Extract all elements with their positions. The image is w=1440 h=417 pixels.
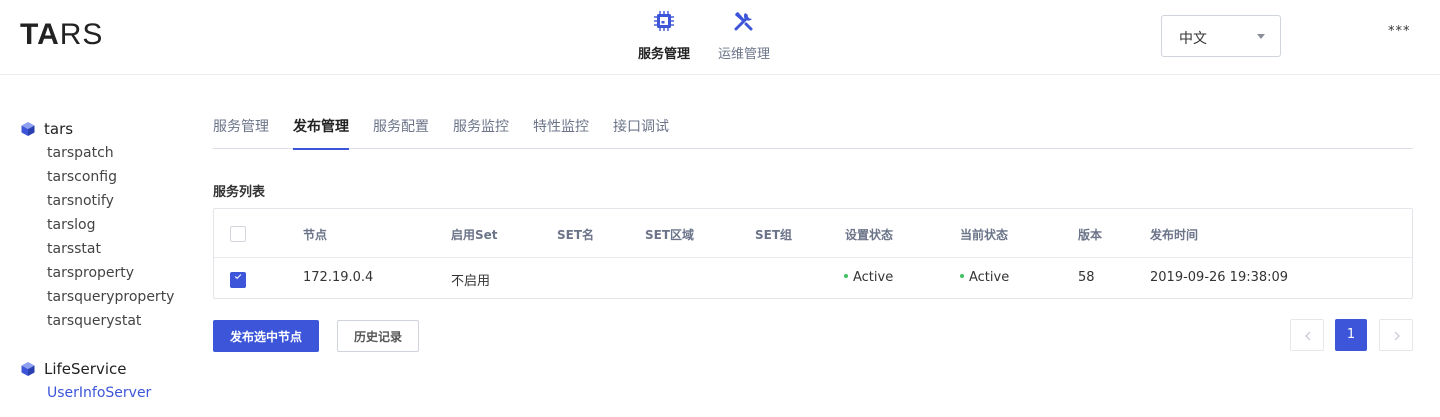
tars-logo[interactable]: TARS (20, 18, 103, 52)
publish-selected-button[interactable]: 发布选中节点 (213, 320, 319, 352)
tab-property-monitor[interactable]: 特性监控 (533, 110, 589, 149)
cell-present-state: Active (960, 270, 1009, 285)
history-button[interactable]: 历史记录 (337, 320, 419, 352)
cube-icon (21, 122, 35, 136)
page-number-current[interactable]: 1 (1335, 319, 1367, 351)
status-dot (844, 273, 848, 278)
server-item-tarsconfig[interactable]: tarsconfig (47, 165, 174, 189)
server-item-tarsstat[interactable]: tarsstat (47, 237, 174, 261)
user-menu[interactable]: *** (1388, 24, 1411, 39)
app-group-tars: tars tarspatch tarsconfig tarsnotify tar… (20, 120, 174, 333)
column-header[interactable]: SET组 (755, 226, 792, 243)
server-item-tarsquerystat[interactable]: tarsquerystat (47, 309, 174, 333)
caret-down-icon (1257, 34, 1265, 39)
topnav-service-management[interactable]: 服务管理 (624, 0, 704, 75)
column-header[interactable]: 当前状态 (960, 226, 1008, 243)
app-node-lifeservice[interactable]: LifeService (20, 360, 151, 378)
column-header[interactable]: 版本 (1078, 226, 1102, 243)
logo-rs-text: RS (59, 18, 104, 51)
tab-interface-debug[interactable]: 接口调试 (613, 110, 669, 149)
server-item-tarslog[interactable]: tarslog (47, 213, 174, 237)
column-header[interactable]: SET区域 (645, 226, 694, 243)
chevron-right-icon (1394, 331, 1400, 341)
topnav-ops-management[interactable]: 运维管理 (704, 0, 784, 75)
chevron-left-icon (1305, 331, 1311, 341)
server-item-userinfoserver[interactable]: UserInfoServer (47, 381, 151, 405)
server-list: UserInfoServer (47, 381, 151, 405)
column-header[interactable]: 设置状态 (845, 226, 893, 243)
status-dot (960, 273, 964, 278)
language-value: 中文 (1179, 31, 1207, 47)
top-nav: 服务管理 运维管理 (624, 0, 784, 75)
chip-icon (654, 11, 674, 31)
column-header[interactable]: 发布时间 (1150, 226, 1198, 243)
tab-service-management[interactable]: 服务管理 (213, 110, 269, 149)
tab-service-config[interactable]: 服务配置 (373, 110, 429, 149)
column-header[interactable]: 节点 (303, 226, 327, 243)
wrench-screwdriver-icon (734, 12, 753, 31)
cell-enable-set: 不启用 (451, 274, 491, 289)
server-item-tarsproperty[interactable]: tarsproperty (47, 261, 174, 285)
app-node-tars[interactable]: tars (20, 120, 174, 138)
table-header: 节点 启用Set SET名 SET区域 SET组 设置状态 当前状态 版本 发布… (214, 209, 1412, 258)
status-text: Active (853, 270, 894, 285)
logo-ta-text: TA (20, 18, 60, 51)
service-tabs: 服务管理 发布管理 服务配置 服务监控 特性监控 接口调试 (213, 110, 1413, 150)
app-name: tars (44, 120, 74, 138)
cell-version: 58 (1078, 270, 1095, 285)
status-text: Active (969, 270, 1010, 285)
server-item-tarsnotify[interactable]: tarsnotify (47, 189, 174, 213)
cube-icon (21, 362, 35, 376)
next-page-button[interactable] (1379, 319, 1413, 351)
checkmark-icon (234, 274, 242, 279)
table-row[interactable]: 172.19.0.4 不启用 Active Active 58 2019-09-… (214, 258, 1412, 298)
app-group-lifeservice: LifeService UserInfoServer (20, 360, 151, 405)
top-header: TARS 服务管理 运维管理 中文 *** (0, 0, 1440, 75)
section-title: 服务列表 (213, 185, 266, 200)
column-header[interactable]: SET名 (557, 226, 594, 243)
server-item-tarspatch[interactable]: tarspatch (47, 141, 174, 165)
language-select[interactable]: 中文 (1161, 15, 1281, 57)
server-list: tarspatch tarsconfig tarsnotify tarslog … (47, 141, 174, 333)
app-name: LifeService (44, 360, 127, 378)
cell-setting-state: Active (844, 270, 893, 285)
server-table: 节点 启用Set SET名 SET区域 SET组 设置状态 当前状态 版本 发布… (213, 208, 1413, 299)
cell-node: 172.19.0.4 (303, 270, 374, 285)
tab-publish-management[interactable]: 发布管理 (293, 110, 349, 150)
topnav-label: 服务管理 (637, 47, 690, 62)
select-all-checkbox[interactable] (230, 226, 246, 242)
row-checkbox[interactable] (230, 272, 246, 288)
prev-page-button[interactable] (1290, 319, 1324, 351)
column-header[interactable]: 启用Set (451, 226, 498, 243)
server-item-tarsqueryproperty[interactable]: tarsqueryproperty (47, 285, 174, 309)
topnav-label: 运维管理 (717, 47, 770, 62)
cell-publish-time: 2019-09-26 19:38:09 (1150, 270, 1289, 285)
tab-service-monitor[interactable]: 服务监控 (453, 110, 509, 149)
